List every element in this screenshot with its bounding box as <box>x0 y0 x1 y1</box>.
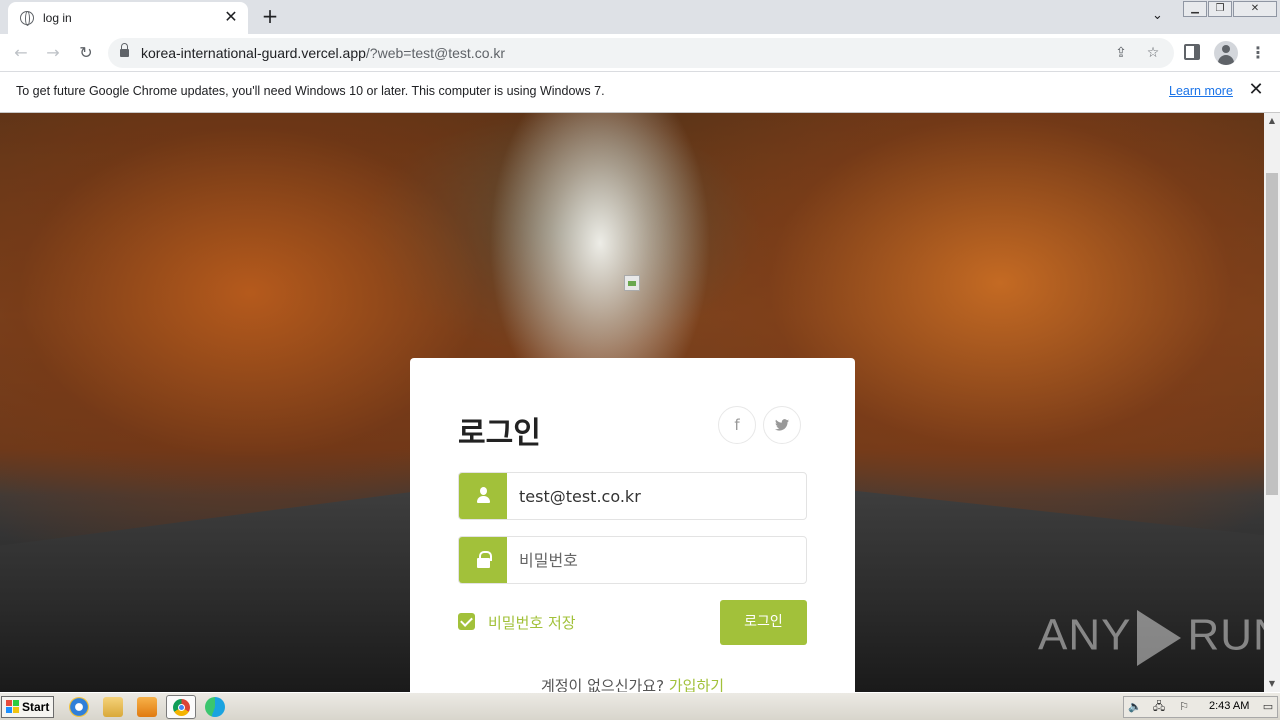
url-path: /?web=test@test.co.kr <box>365 45 506 61</box>
start-button[interactable]: Start <box>1 696 54 718</box>
window-minimize-button[interactable]: ▁ <box>1183 1 1207 17</box>
update-infobar: To get future Google Chrome updates, you… <box>0 72 1280 113</box>
login-button[interactable]: 로그인 <box>720 600 807 645</box>
edge-icon[interactable] <box>205 697 225 717</box>
share-icon[interactable]: ⇪ <box>1112 44 1130 62</box>
kebab-menu-icon[interactable]: ⋮ <box>1250 43 1266 63</box>
folder-icon[interactable] <box>103 697 123 717</box>
user-icon <box>459 473 507 519</box>
infobar-close-icon[interactable]: ✕ <box>1247 81 1265 99</box>
email-field <box>458 472 807 520</box>
lock-icon[interactable] <box>120 43 129 58</box>
start-label: Start <box>22 700 50 714</box>
login-title: 로그인 <box>458 416 541 451</box>
browser-toolbar: ← → ↻ korea-international-guard.vercel.a… <box>0 34 1280 72</box>
url-host: korea-international-guard.vercel.app <box>141 45 366 61</box>
learn-more-link[interactable]: Learn more <box>1169 84 1233 98</box>
clock[interactable]: 2:43 AM <box>1209 700 1249 712</box>
email-input[interactable] <box>519 473 799 519</box>
windows-logo-icon <box>6 700 20 714</box>
browser-tab[interactable]: log in ✕ <box>8 2 248 34</box>
back-arrow-icon[interactable]: ← <box>10 42 32 64</box>
chrome-taskbar-button[interactable] <box>166 695 196 719</box>
profile-avatar-icon[interactable] <box>1214 41 1238 65</box>
reload-icon[interactable]: ↻ <box>75 42 97 64</box>
anyrun-watermark: ANY RUN <box>1038 610 1264 672</box>
play-icon <box>1137 610 1182 666</box>
watermark-left: ANY <box>1038 610 1132 660</box>
page-scrollbar[interactable]: ▲ ▼ <box>1264 113 1280 692</box>
network-icon[interactable]: 🖧 <box>1152 700 1166 714</box>
tab-close-button[interactable]: ✕ <box>222 8 240 26</box>
twitter-bird-icon <box>775 418 789 431</box>
scroll-thumb[interactable] <box>1266 173 1278 495</box>
globe-icon <box>20 11 34 26</box>
facebook-icon[interactable]: f <box>718 406 756 444</box>
password-input[interactable] <box>519 537 799 583</box>
login-card: 로그인 f 비밀번호 저장 로그인 계정이 없으신가요? 가입하기 <box>410 358 855 692</box>
lock-icon <box>459 537 507 583</box>
flag-icon[interactable]: ⚐ <box>1177 700 1191 714</box>
remember-label[interactable]: 비밀번호 저장 <box>488 612 576 633</box>
signup-prompt: 계정이 없으신가요? <box>540 677 665 692</box>
chevron-down-icon[interactable]: ⌄ <box>1152 8 1163 23</box>
scroll-down-icon[interactable]: ▼ <box>1264 676 1280 692</box>
watermark-right: RUN <box>1187 610 1264 660</box>
star-icon[interactable]: ☆ <box>1144 44 1162 62</box>
show-desktop-icon[interactable]: ▭ <box>1261 700 1275 714</box>
forward-arrow-icon[interactable]: → <box>42 42 64 64</box>
infobar-message: To get future Google Chrome updates, you… <box>16 84 605 98</box>
remember-checkbox[interactable] <box>458 613 475 630</box>
password-field <box>458 536 807 584</box>
window-close-button[interactable]: ✕ <box>1233 1 1277 17</box>
side-panel-icon[interactable] <box>1184 44 1200 60</box>
signup-link[interactable]: 가입하기 <box>669 677 724 692</box>
window-restore-button[interactable]: ❐ <box>1208 1 1232 17</box>
internet-explorer-icon[interactable] <box>69 697 89 717</box>
new-tab-button[interactable]: + <box>260 6 280 26</box>
tab-strip: log in ✕ + ⌄ ▁ ❐ ✕ <box>0 0 1280 34</box>
twitter-icon[interactable] <box>763 406 801 444</box>
volume-icon[interactable]: 🔈 <box>1128 700 1142 714</box>
windows-taskbar: Start 🔈 🖧 ⚐ 2:43 AM ▭ <box>0 692 1280 720</box>
page-viewport: 로그인 f 비밀번호 저장 로그인 계정이 없으신가요? 가입하기 ANY RUN <box>0 113 1264 692</box>
broken-image-icon <box>624 275 640 291</box>
tab-title: log in <box>43 11 72 25</box>
signup-line: 계정이 없으신가요? 가입하기 <box>410 675 855 692</box>
url-text[interactable]: korea-international-guard.vercel.app/?we… <box>141 45 505 61</box>
address-bar[interactable]: korea-international-guard.vercel.app/?we… <box>108 38 1174 68</box>
media-player-icon[interactable] <box>137 697 157 717</box>
system-tray: 🔈 🖧 ⚐ 2:43 AM ▭ <box>1123 696 1278 718</box>
scroll-up-icon[interactable]: ▲ <box>1264 113 1280 129</box>
